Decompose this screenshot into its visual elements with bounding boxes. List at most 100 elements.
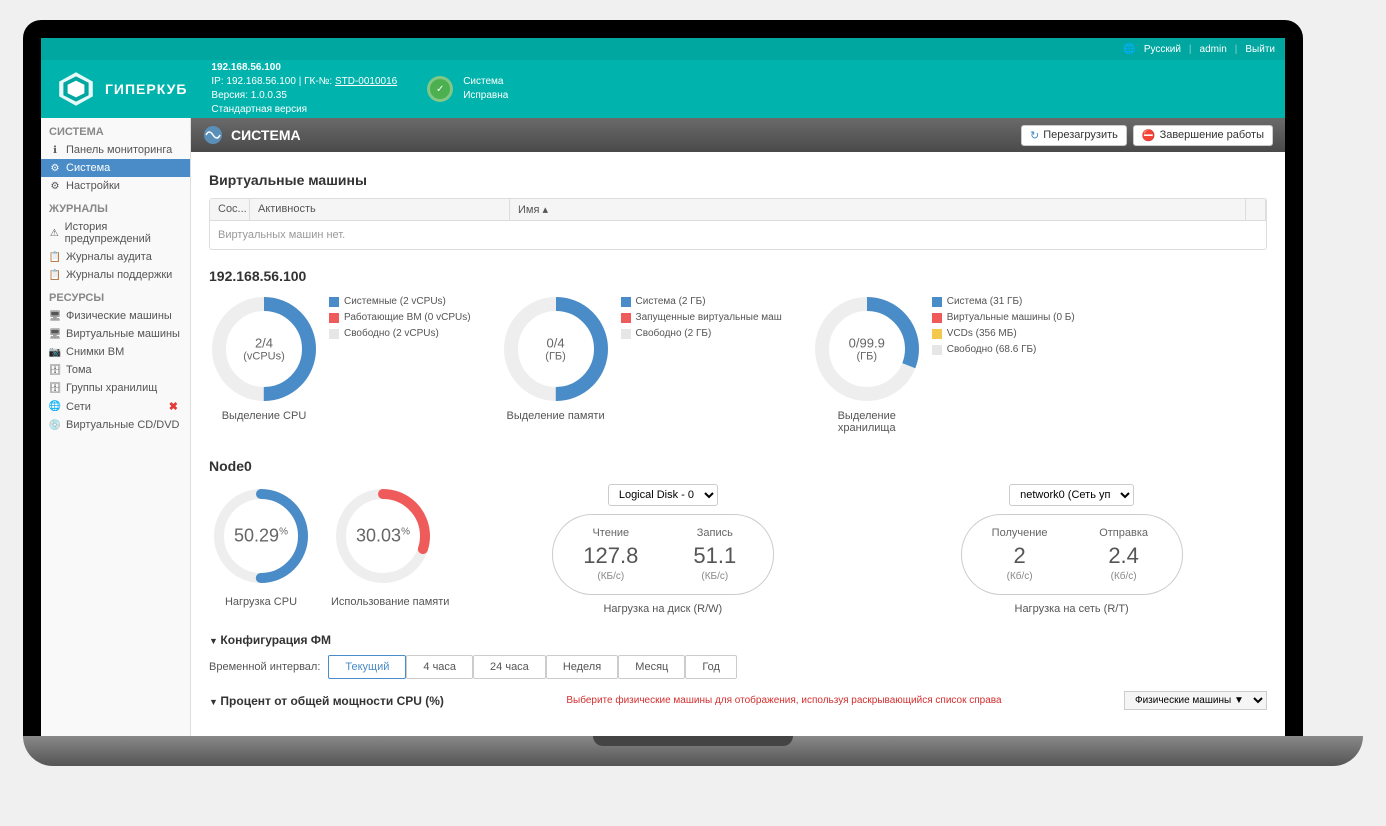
sidebar-item[interactable]: 🖥 Виртуальные машины [41,325,190,343]
sidebar-item[interactable]: ℹПанель мониторинга [41,141,190,159]
app-header: ГИПЕРКУБ 192.168.56.100 IP: 192.168.56.1… [41,60,1285,118]
legend: Система (2 ГБ)Запущенные виртуальные маш… [621,294,782,434]
col-status[interactable]: Сос... [210,199,250,220]
sidebar-item[interactable]: 🖥 Физические машины [41,307,190,325]
sidebar-icon: 🌐 [49,401,61,413]
legend-item: Система (2 ГБ) [621,294,782,310]
disk-read-title: Чтение [571,527,651,539]
app-screen: 🌐 Русский | admin | Выйти ГИПЕРКУБ 192.1… [41,38,1285,738]
sidebar-section-system: СИСТЕМА [41,118,190,141]
sidebar: СИСТЕМА ℹПанель мониторинга⚙Система⚙Наст… [41,118,191,738]
net-tx-val: 2.4 [1084,543,1164,569]
user-link[interactable]: admin [1200,44,1227,55]
logo[interactable]: ГИПЕРКУБ [55,68,187,110]
col-activity[interactable]: Активность [250,199,510,220]
cpu-warning: Выберите физические машины для отображен… [566,695,1001,706]
legend: Система (31 ГБ)Виртуальные машины (0 Б)V… [932,294,1075,434]
donut-chart: 2/4(vCPUs) [209,294,319,404]
interval-button[interactable]: Неделя [546,655,618,679]
sidebar-icon: 🖥 [49,310,61,322]
reload-icon: ↻ [1030,129,1039,142]
sidebar-icon: ℹ [49,144,61,156]
legend-swatch [932,313,942,323]
donut-chart: 0/4(ГБ) [501,294,611,404]
sidebar-item[interactable]: 🌐Сети✖ [41,397,190,416]
sidebar-item-label: Журналы аудита [66,251,152,263]
vm-section-title: Виртуальные машины [209,172,1267,188]
sidebar-item[interactable]: 📋Журналы аудита [41,248,190,266]
sidebar-icon: ⚙ [49,180,61,192]
sidebar-item-label: Группы хранилищ [66,382,157,394]
sidebar-item[interactable]: 🗄 Группы хранилищ [41,379,190,397]
sidebar-icon: 🖥 [49,328,61,340]
sidebar-item-label: История предупреждений [65,221,182,245]
sidebar-icon: 📷 [49,346,61,358]
sidebar-icon: ⚠ [49,227,60,239]
lang-link[interactable]: Русский [1144,44,1181,55]
system-icon [203,125,223,145]
net-metric-box: Получение2(Кб/с) Отправка2.4(Кб/с) [961,514,1183,595]
sidebar-item[interactable]: ⚠ История предупреждений [41,218,190,248]
legend-item: Свободно (68.6 ГБ) [932,342,1075,358]
sidebar-item[interactable]: 📋 Журналы поддержки [41,266,190,284]
donut-row: 2/4(vCPUs) Выделение CPU Системные (2 vCPU… [209,294,1267,434]
sidebar-item-label: Тома [66,364,92,376]
content: СИСТЕМА ℹПанель мониторинга⚙Система⚙Наст… [41,118,1285,738]
sidebar-icon: 🗄 [49,382,61,394]
gauge-row: 50.29% Нагрузка CPU 30.03% Использование… [209,484,1267,615]
donut-label: Выделение CPU [209,410,319,422]
sidebar-icon: 🗄 [49,364,61,376]
shutdown-button[interactable]: ⛔Завершение работы [1133,125,1273,146]
legend-item: Виртуальные машины (0 Б) [932,310,1075,326]
node-title: Node0 [209,458,1267,474]
interval-button[interactable]: 4 часа [406,655,473,679]
sidebar-item[interactable]: 📷Снимки ВМ [41,343,190,361]
laptop-base [23,736,1363,766]
header-line2: IP: 192.168.56.100 | ГК-№: STD-0010016 [211,75,397,89]
sidebar-item[interactable]: ⚙Настройки [41,177,190,195]
reload-button[interactable]: ↻Перезагрузить [1021,125,1127,146]
globe-icon: 🌐 [1123,44,1135,55]
status-ok-icon: ✓ [427,76,453,102]
logo-text: ГИПЕРКУБ [105,81,187,97]
cpu-pct-title[interactable]: Процент от общей мощности CPU (%) [209,694,444,708]
sidebar-item[interactable]: 🗄 Тома [41,361,190,379]
disk-select[interactable]: Logical Disk - 0 [608,484,718,506]
donut-block: 2/4(vCPUs) Выделение CPU Системные (2 vCPU… [209,294,471,434]
net-select[interactable]: network0 (Сеть уп [1009,484,1134,506]
interval-button[interactable]: Текущий [328,655,406,679]
legend-item: Системные (2 vCPUs) [329,294,471,310]
sidebar-item-label: Виртуальные машины [66,328,180,340]
sidebar-icon: ⚙ [49,162,61,174]
legend-swatch [932,297,942,307]
pm-select[interactable]: Физические машины ▼ [1124,691,1267,710]
sidebar-item[interactable]: 💿Виртуальные CD/DVD [41,416,190,434]
logout-link[interactable]: Выйти [1245,44,1275,55]
header-edition: Стандартная версия [211,103,397,117]
legend-item: Свободно (2 vCPUs) [329,326,471,342]
sidebar-item-label: Журналы поддержки [66,269,172,281]
legend: Системные (2 vCPUs)Работающие ВМ (0 vCPU… [329,294,471,434]
interval-row: Временной интервал: Текущий4 часа24 часа… [209,655,1267,679]
donut-label: Выделение хранилища [812,410,922,434]
interval-button[interactable]: Год [685,655,737,679]
col-name[interactable]: Имя ▴ [510,199,1246,220]
disk-metric-box: Чтение127.8(КБ/с) Запись51.1(КБ/с) [552,514,774,595]
legend-swatch [932,345,942,355]
interval-button[interactable]: 24 часа [473,655,546,679]
main-body: Виртуальные машины Сос... Активность Имя… [191,152,1285,724]
sidebar-item-label: Физические машины [66,310,172,322]
legend-swatch [932,329,942,339]
sku-link[interactable]: STD-0010016 [335,76,397,87]
legend-item: Система (31 ГБ) [932,294,1075,310]
legend-item: Свободно (2 ГБ) [621,326,782,342]
sidebar-item-label: Сети [66,401,91,413]
mem-gauge-label: Использование памяти [331,596,449,608]
vm-table: Сос... Активность Имя ▴ Виртуальных маши… [209,198,1267,250]
sidebar-icon: 📋 [49,269,61,281]
main-panel: СИСТЕМА ↻Перезагрузить ⛔Завершение работ… [191,118,1285,738]
header-version: Версия: 1.0.0.35 [211,89,397,103]
sidebar-item[interactable]: ⚙Система [41,159,190,177]
interval-button[interactable]: Месяц [618,655,685,679]
config-title[interactable]: Конфигурация ФМ [209,633,1267,647]
